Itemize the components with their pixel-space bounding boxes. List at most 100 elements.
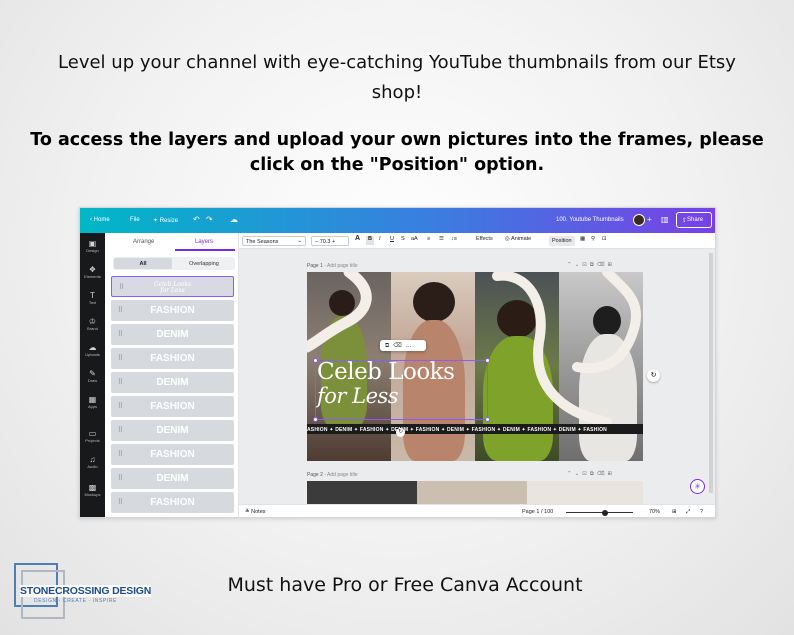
grid-view-icon[interactable]: ⊞ bbox=[672, 509, 677, 515]
layer-item[interactable]: ⠿ FASHION bbox=[111, 396, 234, 417]
help-icon[interactable]: ? bbox=[700, 509, 703, 515]
layer-item-selected[interactable]: ⠿ Celeb Looks for Less bbox=[111, 276, 234, 297]
list-icon[interactable]: ☰ bbox=[439, 236, 444, 242]
file-menu[interactable]: File bbox=[130, 217, 140, 223]
spacing-icon[interactable]: ↕≡ bbox=[451, 236, 457, 242]
refresh-icon[interactable]: ↻ bbox=[647, 369, 660, 382]
add-collaborator-icon[interactable]: + bbox=[647, 215, 652, 224]
tab-arrange[interactable]: Arrange bbox=[133, 239, 154, 245]
resize-handle[interactable] bbox=[485, 417, 490, 422]
lock-icon[interactable]: ⊡ bbox=[602, 236, 607, 242]
zoom-slider-knob[interactable] bbox=[602, 509, 608, 516]
rail-item-brand[interactable]: ♔ Brand bbox=[80, 317, 105, 331]
magic-assistant-icon[interactable]: ✳ bbox=[690, 479, 705, 494]
drag-handle-icon[interactable]: ⠿ bbox=[118, 306, 123, 314]
align-icon[interactable]: ≡ bbox=[427, 236, 430, 242]
position-button[interactable]: Position bbox=[549, 236, 575, 246]
avatar[interactable] bbox=[633, 214, 645, 226]
underline-icon[interactable]: U bbox=[390, 236, 394, 242]
page-2-preview[interactable] bbox=[307, 481, 643, 504]
resize-handle[interactable] bbox=[485, 358, 490, 363]
apps-icon: ▦ bbox=[88, 395, 97, 404]
rail-item-draw[interactable]: ✎ Draw bbox=[80, 369, 105, 383]
strikethrough-icon[interactable]: S bbox=[401, 236, 405, 242]
share-button[interactable]: ⇪ Share bbox=[676, 212, 712, 228]
effects-button[interactable]: Effects bbox=[476, 236, 493, 242]
font-size-stepper[interactable]: − 70.3 + bbox=[311, 236, 349, 246]
resize-button[interactable]: ✦ Resize bbox=[153, 217, 178, 224]
duplicate-icon[interactable]: ⧉ bbox=[590, 471, 597, 477]
drag-handle-icon[interactable]: ⠿ bbox=[118, 498, 123, 506]
layer-item[interactable]: ⠿ FASHION bbox=[111, 300, 234, 321]
layer-item[interactable]: ⠿ DENIM bbox=[111, 324, 234, 345]
resize-handle[interactable] bbox=[313, 417, 318, 422]
drag-handle-icon[interactable]: ⠿ bbox=[118, 330, 123, 338]
drag-handle-icon[interactable]: ⠿ bbox=[118, 402, 123, 410]
animate-button[interactable]: ◎ Animate bbox=[505, 236, 531, 242]
filter-all[interactable]: All bbox=[114, 258, 172, 269]
more-icon[interactable]: … bbox=[406, 343, 416, 349]
italic-icon[interactable]: I bbox=[379, 236, 381, 242]
layer-item[interactable]: ⠿ DENIM bbox=[111, 372, 234, 393]
font-name: The Seasons bbox=[246, 239, 279, 245]
thumbnail-design[interactable]: ASHION ✦ DENIM ✦ FASHION ✦ DENIM ✦ FASHI… bbox=[307, 272, 643, 461]
rail-label: Brand bbox=[87, 326, 98, 331]
resize-handle[interactable] bbox=[313, 358, 318, 363]
layer-item[interactable]: ⠿ DENIM bbox=[111, 468, 234, 489]
rotate-icon[interactable]: ↻ bbox=[396, 428, 405, 437]
home-button[interactable]: ‹ Home bbox=[90, 217, 110, 223]
drag-handle-icon[interactable]: ⠿ bbox=[119, 283, 124, 291]
drag-handle-icon[interactable]: ⠿ bbox=[118, 474, 123, 482]
layer-item[interactable]: ⠿ FASHION bbox=[111, 444, 234, 465]
design-title[interactable]: 100. Youtube Thumbnails bbox=[556, 217, 624, 223]
chevron-up-icon[interactable]: ⌃ bbox=[567, 471, 575, 477]
add-page-icon[interactable]: ⊞ bbox=[608, 262, 616, 268]
chevron-up-icon[interactable]: ⌃ bbox=[567, 262, 575, 268]
filter-overlapping[interactable]: Overlapping bbox=[175, 261, 233, 267]
fullscreen-icon[interactable]: ⤢ bbox=[686, 509, 690, 516]
rail-item-uploads[interactable]: ☁ Uploads bbox=[80, 343, 105, 357]
page-indicator[interactable]: Page 1 / 100 bbox=[522, 509, 553, 515]
add-page-title[interactable]: - Add page title bbox=[324, 472, 357, 478]
paint-format-icon[interactable]: ⚲ bbox=[591, 236, 595, 242]
canvas-scrollbar[interactable] bbox=[709, 253, 713, 493]
rail-item-elements[interactable]: ❖ Elements bbox=[80, 265, 105, 279]
rail-item-audio[interactable]: ♫ Audio bbox=[80, 455, 105, 469]
drag-handle-icon[interactable]: ⠿ bbox=[118, 378, 123, 386]
case-icon[interactable]: aA bbox=[411, 236, 418, 242]
rail-item-mockups[interactable]: ▩ Mockups bbox=[80, 483, 105, 497]
zoom-slider[interactable] bbox=[566, 512, 633, 513]
text-color-icon[interactable]: A bbox=[355, 235, 360, 242]
drag-handle-icon[interactable]: ⠿ bbox=[118, 354, 123, 362]
font-selector[interactable]: The Seasons ⌄ bbox=[242, 236, 306, 246]
trash-icon[interactable]: ⌫ bbox=[597, 262, 608, 268]
tab-layers[interactable]: Layers bbox=[195, 239, 213, 245]
insights-icon[interactable]: ▥ bbox=[661, 215, 669, 224]
drag-handle-icon[interactable]: ⠿ bbox=[118, 450, 123, 458]
undo-icon[interactable]: ↶ bbox=[193, 215, 200, 224]
page-number: Page 1 bbox=[307, 263, 323, 269]
add-page-title[interactable]: - Add page title bbox=[324, 263, 357, 269]
drag-handle-icon[interactable]: ⠿ bbox=[118, 426, 123, 434]
rail-item-apps[interactable]: ▦ Apps bbox=[80, 395, 105, 409]
layer-item[interactable]: ⠿ DENIM bbox=[111, 420, 234, 441]
rail-item-text[interactable]: T Text bbox=[80, 291, 105, 305]
lock-icon[interactable]: ⊡ bbox=[582, 471, 590, 477]
rail-item-projects[interactable]: ▭ Projects bbox=[80, 429, 105, 443]
layer-item[interactable]: ⠿ FASHION bbox=[111, 492, 234, 513]
rail-item-design[interactable]: ▣ Design bbox=[80, 239, 105, 253]
duplicate-icon[interactable]: ⧉ bbox=[590, 262, 597, 268]
zoom-level[interactable]: 70% bbox=[649, 509, 660, 515]
trash-icon[interactable]: ⌫ bbox=[393, 343, 405, 349]
bold-icon[interactable]: B bbox=[366, 236, 374, 245]
redo-icon[interactable]: ↷ bbox=[206, 215, 213, 224]
lock-icon[interactable]: ⊡ bbox=[582, 262, 590, 268]
layer-label: FASHION bbox=[150, 353, 195, 364]
notes-button[interactable]: ≚ Notes bbox=[245, 509, 266, 515]
layer-item[interactable]: ⠿ FASHION bbox=[111, 348, 234, 369]
layer-label: DENIM bbox=[156, 473, 189, 484]
style-grid-icon[interactable]: ▦ bbox=[580, 236, 585, 242]
add-page-icon[interactable]: ⊞ bbox=[608, 471, 616, 477]
trash-icon[interactable]: ⌫ bbox=[597, 471, 608, 477]
cloud-save-icon[interactable]: ☁ bbox=[230, 215, 238, 224]
